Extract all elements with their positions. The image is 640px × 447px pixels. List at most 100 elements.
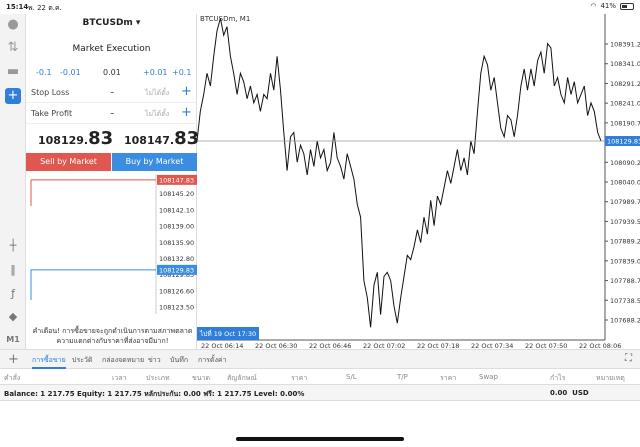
- x-tick-label: 22 Oct 07:02: [363, 342, 405, 349]
- col-price-current: ราคา: [440, 374, 457, 382]
- fullscreen-icon[interactable]: ⛶: [625, 353, 632, 364]
- take-profit-label: Take Profit: [31, 109, 73, 118]
- y-tick-label: 107939.50: [610, 218, 640, 226]
- cursor-time-label: ไปที่ 19 Oct 17:30: [199, 329, 256, 338]
- bid-tick-line: [30, 269, 156, 300]
- x-tick-label: 22 Oct 06:14: [201, 342, 243, 349]
- y-tick-label: 107788.75: [610, 277, 640, 285]
- volume-minus-0-01[interactable]: -0.01: [60, 68, 81, 77]
- x-tick-label: 22 Oct 07:34: [471, 342, 513, 349]
- x-tick-label: 22 Oct 06:30: [255, 342, 297, 349]
- stop-loss-minus-button[interactable]: -: [110, 85, 114, 99]
- y-tick-label: 108341.00: [610, 60, 640, 68]
- tick-price-label: 108126.60: [159, 287, 194, 295]
- trade-icon[interactable]: ⇅: [5, 40, 21, 56]
- status-right: ◠ 41%: [590, 2, 634, 10]
- take-profit-row: Take Profit - ไม่ได้ตั้ง +: [26, 104, 197, 124]
- status-time: 15:14: [6, 3, 29, 11]
- bid-tick-label: 108129.83: [159, 266, 194, 274]
- volume-value[interactable]: 0.01: [103, 68, 121, 77]
- col-swap: Swap: [479, 373, 498, 381]
- ask-tick-line: [30, 179, 156, 206]
- price-chart[interactable]: 108391.25 108341.00 108291.25 108241.00 1081…: [196, 14, 640, 350]
- timeframe-icon[interactable]: M1: [5, 332, 21, 348]
- battery-percent: 41%: [600, 2, 616, 10]
- balance-row: Balance: 1 217.75 Equity: 1 217.75 หลักป…: [0, 385, 640, 401]
- tab-journal[interactable]: บันทึก: [170, 355, 188, 366]
- stop-loss-plus-button[interactable]: +: [181, 84, 192, 99]
- tick-chart: 108147.83 108145.20 108142.10 108139.00 1081…: [30, 174, 197, 314]
- wifi-icon: ◠: [590, 2, 597, 10]
- home-indicator: [236, 437, 404, 441]
- col-profit: กำไร: [550, 374, 566, 382]
- indicators-icon[interactable]: ƒ: [5, 286, 21, 302]
- total-profit: 0.00 USD: [550, 389, 589, 397]
- y-tick-label: 107889.25: [610, 238, 640, 246]
- y-tick-label: 108291.25: [610, 80, 640, 88]
- col-order: คำสั่ง: [4, 374, 21, 382]
- y-tick-label: 107688.25: [610, 317, 640, 325]
- sell-by-market-button[interactable]: Sell by Market: [26, 153, 111, 171]
- chat-icon[interactable]: ▬: [5, 64, 21, 80]
- execution-type[interactable]: Market Execution: [26, 44, 197, 54]
- volume-plus-0-1[interactable]: +0.1: [172, 68, 191, 77]
- col-price: ราคา: [291, 374, 308, 382]
- col-type: ประเภท: [146, 374, 170, 382]
- battery-icon: [620, 2, 634, 10]
- ask-price-big: 83: [174, 128, 200, 149]
- new-order-icon[interactable]: +: [5, 88, 21, 104]
- bid-price-main: 108129.: [38, 134, 89, 147]
- y-tick-label: 107989.75: [610, 198, 640, 206]
- tab-mailbox[interactable]: กล่องจดหมาย: [102, 355, 144, 366]
- tab-settings[interactable]: การตั้งค่า: [198, 355, 227, 366]
- order-panel: BTCUSDm ▾ Market Execution -0.1 -0.01 0.…: [26, 14, 199, 349]
- x-tick-label: 22 Oct 07:50: [525, 342, 567, 349]
- stop-loss-label: Stop Loss: [31, 88, 70, 97]
- tick-price-label: 108142.10: [159, 206, 194, 214]
- x-tick-label: 22 Oct 07:18: [417, 342, 459, 349]
- y-tick-label: 108241.00: [610, 100, 640, 108]
- take-profit-input[interactable]: ไม่ได้ตั้ง: [145, 109, 169, 120]
- ask-tick-label: 108147.83: [159, 176, 194, 184]
- buy-by-market-button[interactable]: Buy by Market: [112, 153, 197, 171]
- ask-price: 108147.83: [124, 128, 199, 149]
- stop-loss-input[interactable]: ไม่ได้ตั้ง: [145, 88, 169, 99]
- tick-price-label: 108135.90: [159, 239, 194, 247]
- status-date: พ. 22 ต.ค.: [28, 4, 62, 12]
- chart-title: BTCUSDm, M1: [200, 15, 251, 23]
- col-time: เวลา: [112, 374, 127, 382]
- tick-price-label: 108123.50: [159, 304, 194, 312]
- x-tick-label: 22 Oct 08:06: [579, 342, 621, 349]
- account-icon[interactable]: ●: [5, 17, 21, 33]
- tick-price-label: 108145.20: [159, 190, 194, 198]
- total-profit-currency: USD: [572, 389, 589, 397]
- y-tick-label: 107839.00: [610, 257, 640, 265]
- y-tick-label: 108391.25: [610, 41, 640, 49]
- ask-price-main: 108147.: [124, 134, 175, 147]
- symbol-selector[interactable]: BTCUSDm ▾: [26, 18, 197, 28]
- x-tick-label: 22 Oct 06:46: [309, 342, 351, 349]
- bid-price-big: 83: [88, 128, 114, 149]
- tick-price-label: 108132.80: [159, 255, 194, 263]
- total-profit-value: 0.00: [550, 389, 568, 397]
- y-tick-label: 108090.25: [610, 159, 640, 167]
- col-comment: หมายเหตุ: [596, 374, 625, 382]
- y-tick-label: 108190.75: [610, 119, 640, 127]
- volume-minus-0-1[interactable]: -0.1: [36, 68, 52, 77]
- candles-icon[interactable]: ‖: [5, 262, 21, 278]
- status-bar: 15:14 พ. 22 ต.ค. ◠ 41%: [0, 0, 640, 14]
- crosshair-icon[interactable]: ┼: [5, 238, 21, 254]
- take-profit-plus-button[interactable]: +: [181, 105, 192, 120]
- tab-trade[interactable]: การซื้อขาย: [32, 355, 66, 369]
- left-toolbar: ● ⇅ ▬ + ┼ ‖ ƒ ◆ M1: [0, 14, 26, 349]
- tick-price-label: 108139.00: [159, 223, 194, 231]
- tab-history[interactable]: ประวัติ: [72, 355, 92, 366]
- volume-plus-0-01[interactable]: +0.01: [143, 68, 168, 77]
- tab-news[interactable]: ข่าว: [148, 355, 161, 366]
- add-icon[interactable]: +: [8, 352, 19, 367]
- col-tp: T/P: [397, 373, 408, 381]
- bid-price: 108129.83: [38, 128, 113, 149]
- take-profit-minus-button[interactable]: -: [110, 106, 114, 120]
- col-size: ขนาด: [192, 374, 211, 382]
- objects-icon[interactable]: ◆: [5, 309, 21, 325]
